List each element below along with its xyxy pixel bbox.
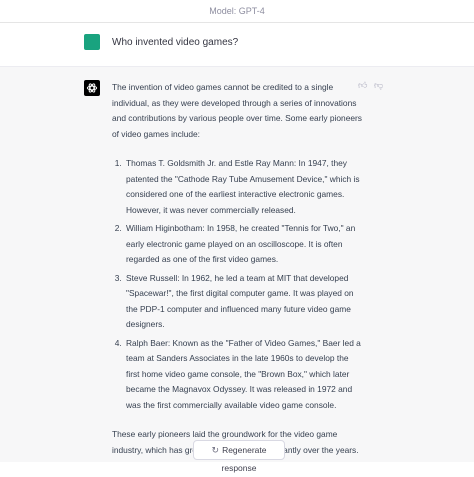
- model-label: Model: GPT-4: [0, 0, 474, 23]
- user-message-text: Who invented video games?: [112, 37, 239, 48]
- list-item: Steve Russell: In 1962, he led a team at…: [124, 271, 362, 333]
- regenerate-label: Regenerate response: [221, 445, 267, 473]
- list-item: Thomas T. Goldsmith Jr. and Estle Ray Ma…: [124, 156, 362, 218]
- user-message-row: Who invented video games?: [0, 23, 474, 67]
- openai-logo-icon: [84, 80, 100, 96]
- thumbs-down-icon[interactable]: 👎︎: [374, 80, 383, 91]
- assistant-message-content: The invention of video games cannot be c…: [112, 80, 362, 458]
- assistant-message-row: 👍︎ 👎︎ The invention of video games canno…: [0, 67, 474, 462]
- list-item: William Higinbotham: In 1958, he created…: [124, 221, 362, 268]
- regenerate-response-button[interactable]: ↻ Regenerate response: [193, 440, 285, 473]
- refresh-icon: ↻: [211, 445, 220, 455]
- list-item: Ralph Baer: Known as the "Father of Vide…: [124, 336, 362, 414]
- pioneers-list: Thomas T. Goldsmith Jr. and Estle Ray Ma…: [112, 156, 362, 413]
- user-avatar: [84, 34, 100, 50]
- answer-intro: The invention of video games cannot be c…: [112, 82, 362, 139]
